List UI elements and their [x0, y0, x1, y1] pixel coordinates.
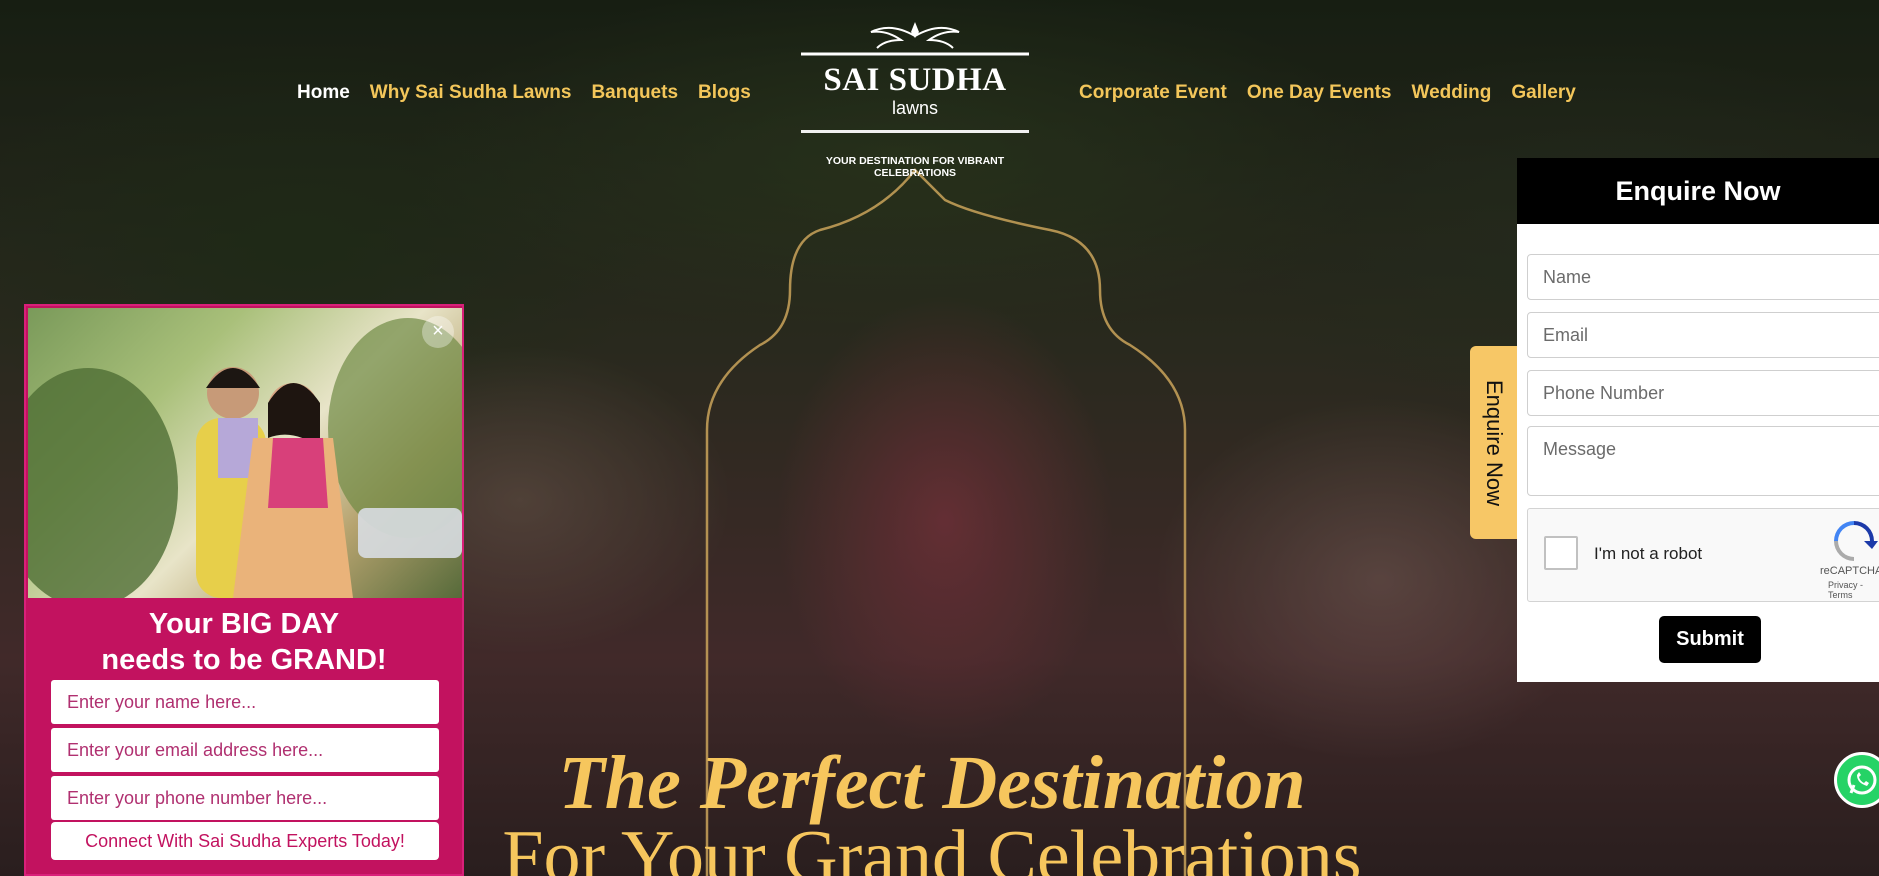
primary-nav-right: Corporate Event One Day Events Wedding G…: [1079, 78, 1576, 108]
nav-link-corporate-event[interactable]: Corporate Event: [1079, 82, 1227, 104]
popup-phone-input[interactable]: Enter your phone number here...: [51, 776, 439, 820]
enquire-submit-button[interactable]: Submit: [1659, 616, 1761, 663]
recaptcha-links[interactable]: Privacy - Terms: [1828, 580, 1879, 600]
enquire-name-field[interactable]: Name: [1527, 254, 1879, 300]
popup-heading-line1: Your BIG DAY: [148, 608, 340, 640]
recaptcha-label: I'm not a robot: [1594, 544, 1703, 563]
nav-link-home[interactable]: Home: [297, 82, 350, 104]
enquire-email-field[interactable]: Email: [1527, 312, 1879, 358]
nav-link-banquets[interactable]: Banquets: [591, 82, 678, 104]
enquire-phone-field[interactable]: Phone Number: [1527, 370, 1879, 416]
popup-connect-button[interactable]: Connect With Sai Sudha Experts Today!: [51, 822, 439, 860]
nav-link-gallery[interactable]: Gallery: [1511, 82, 1575, 104]
site-logo[interactable]: SAI SUDHA lawns YOUR DESTINATION FOR VIB…: [785, 18, 1045, 179]
recaptcha-widget: I'm not a robot reCAPTCHA Privacy - Term…: [1527, 508, 1879, 602]
popup-heading: Your BIG DAY needs to be GRAND!: [26, 606, 462, 678]
enquire-tab-label: Enquire Now: [1482, 379, 1507, 506]
popup-email-input[interactable]: Enter your email address here...: [51, 728, 439, 772]
logo-tagline: YOUR DESTINATION FOR VIBRANT CELEBRATION…: [825, 155, 1005, 179]
logo-ornament: [801, 22, 1029, 56]
recaptcha-brand: reCAPTCHA: [1820, 565, 1879, 577]
popup-heading-line2: needs to be GRAND!: [101, 644, 387, 676]
whatsapp-glyph: [1847, 765, 1877, 795]
nav-link-wedding[interactable]: Wedding: [1411, 82, 1491, 104]
couple-photo: ×: [28, 308, 462, 598]
enquire-message-field[interactable]: Message: [1527, 426, 1879, 496]
nav-link-blogs[interactable]: Blogs: [698, 82, 751, 104]
logo-title: SAI SUDHA: [823, 62, 1007, 98]
nav-link-why-sai-sudha-lawns[interactable]: Why Sai Sudha Lawns: [370, 82, 572, 104]
nav-link-one-day-events[interactable]: One Day Events: [1247, 82, 1392, 104]
close-icon[interactable]: ×: [422, 316, 454, 348]
logo-divider: [801, 130, 1029, 133]
recaptcha-checkbox[interactable]: [1544, 536, 1578, 570]
logo-subtitle: lawns: [891, 98, 939, 118]
enquire-form-panel: Enquire Now Name Email Phone Number Mess…: [1517, 158, 1879, 682]
couple-illustration: [28, 318, 462, 598]
primary-nav-left: Home Why Sai Sudha Lawns Banquets Blogs: [297, 78, 751, 108]
enquire-now-tab[interactable]: Enquire Now: [1470, 346, 1518, 539]
popup-name-input[interactable]: Enter your name here...: [51, 680, 439, 724]
promo-popup: × Your BIG DAY needs to be GRAND! Enter …: [24, 304, 464, 876]
recaptcha-icon: [1834, 521, 1878, 561]
enquire-form-title: Enquire Now: [1517, 158, 1879, 224]
